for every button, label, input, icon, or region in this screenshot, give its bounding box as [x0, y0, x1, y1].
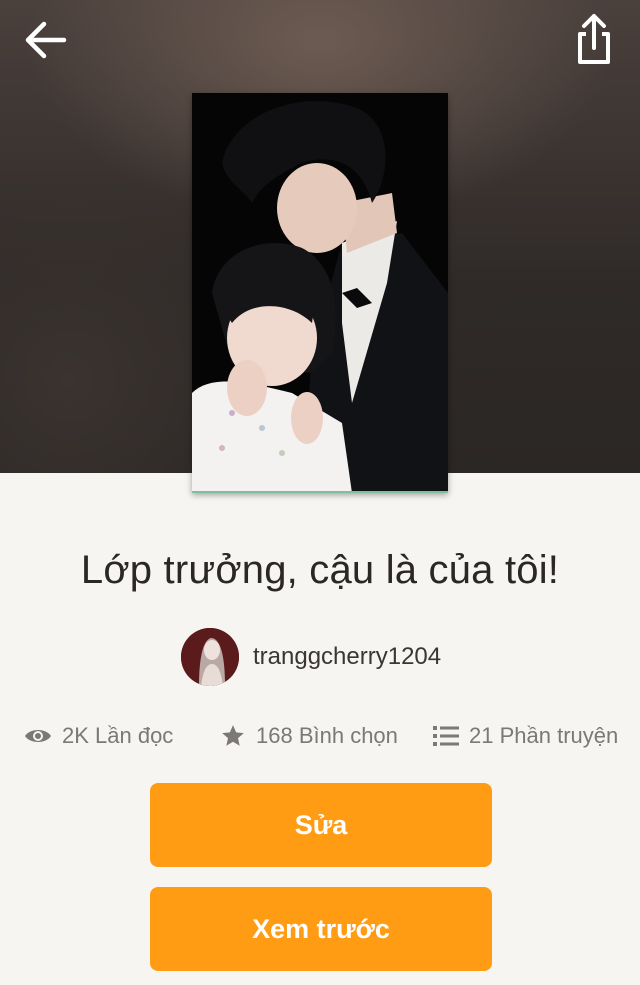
story-title: Lớp trưởng, cậu là của tôi! — [80, 548, 560, 592]
share-icon — [578, 14, 610, 64]
votes-count: 168 Bình chọn — [256, 723, 398, 748]
story-stats: 2K Lần đọc 168 Bình chọn 21 Phần truyện — [0, 715, 640, 757]
parts-count: 21 Phần truyện — [469, 723, 619, 748]
story-cover-image[interactable] — [192, 93, 448, 493]
back-button[interactable] — [20, 16, 72, 64]
avatar — [181, 628, 239, 686]
author-name: tranggcherry1204 — [253, 643, 442, 670]
reads-count: 2K Lần đọc — [62, 723, 174, 748]
parts-stat: 21 Phần truyện — [433, 715, 618, 757]
list-icon — [433, 726, 459, 746]
share-button[interactable] — [570, 10, 618, 66]
preview-button[interactable]: Xem trước — [150, 887, 492, 971]
reads-stat: 2K Lần đọc — [24, 715, 173, 757]
edit-button[interactable]: Sửa — [150, 783, 492, 867]
votes-stat: 168 Bình chọn — [220, 715, 398, 757]
arrow-left-icon — [25, 21, 67, 59]
author-link[interactable]: tranggcherry1204 — [181, 628, 441, 686]
star-icon — [222, 725, 244, 746]
eye-icon — [25, 730, 51, 742]
